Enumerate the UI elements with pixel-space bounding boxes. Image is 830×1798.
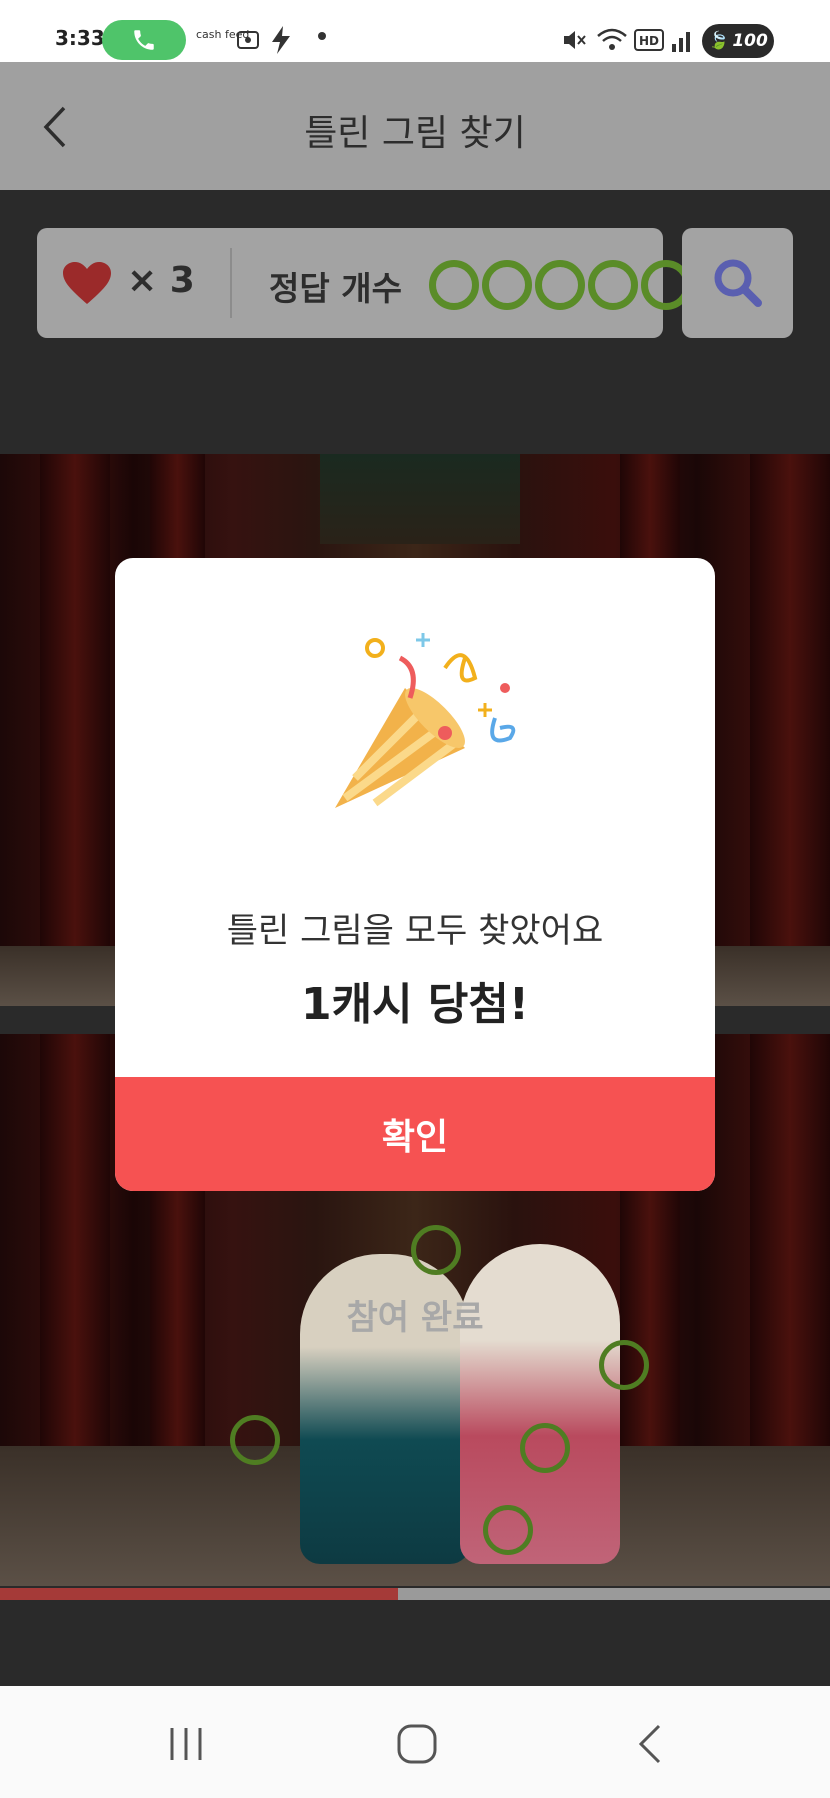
battery-level: 100 — [732, 31, 768, 51]
modal-prize: 1캐시 당첨! — [301, 979, 529, 1030]
hd-voice-icon: HD — [634, 29, 664, 51]
system-nav-bar — [0, 1686, 830, 1798]
found-difference-marker — [520, 1423, 570, 1473]
answer-circles — [429, 260, 691, 310]
answer-found-circle — [482, 260, 532, 310]
heart-icon — [63, 262, 111, 304]
time-progress-fill — [0, 1588, 399, 1600]
participation-complete-label: 참여 완료 — [346, 1298, 484, 1338]
status-bar: 3:33 cash feed HD 🍃 100 — [0, 0, 830, 62]
system-back-icon — [638, 1724, 661, 1764]
magnifier-icon — [714, 259, 762, 307]
home-icon — [397, 1724, 437, 1764]
success-modal: 틀린 그림을 모두 찾았어요 1캐시 당첨! 확인 — [115, 558, 715, 1191]
screenshot-icon — [237, 31, 259, 49]
ongoing-call-icon[interactable] — [102, 20, 186, 60]
app-header: 틀린 그림 찾기 — [0, 62, 830, 190]
signal-icon — [672, 32, 690, 52]
svg-text:HD: HD — [639, 34, 659, 48]
hint-button[interactable] — [682, 228, 793, 338]
recent-apps-button[interactable] — [156, 1716, 216, 1772]
battery-indicator: 🍃 100 — [702, 24, 774, 58]
answer-found-circle — [588, 260, 638, 310]
found-difference-marker — [411, 1225, 461, 1275]
info-bar: × 3 정답 개수 — [37, 228, 691, 338]
confirm-button[interactable]: 확인 — [115, 1077, 715, 1191]
mute-icon — [564, 31, 586, 49]
answer-count-label: 정답 개수 — [269, 269, 402, 308]
divider — [230, 248, 232, 318]
notification-dot-icon — [318, 32, 326, 40]
found-difference-marker — [599, 1340, 649, 1390]
wifi-icon — [597, 28, 627, 50]
answer-found-circle — [535, 260, 585, 310]
time-progress-bar — [0, 1588, 830, 1600]
found-difference-marker — [483, 1505, 533, 1555]
flash-icon — [272, 26, 290, 54]
party-popper-icon — [335, 633, 516, 808]
found-difference-marker — [230, 1415, 280, 1465]
leaf-icon: 🍃 — [708, 31, 730, 51]
home-button[interactable] — [387, 1716, 447, 1772]
answer-found-circle — [429, 260, 479, 310]
system-back-button[interactable] — [620, 1716, 680, 1772]
recent-apps-icon — [170, 1728, 202, 1760]
status-time: 3:33 — [55, 26, 105, 50]
page-title: 틀린 그림 찾기 — [304, 113, 526, 154]
lives-count: × 3 — [127, 260, 195, 301]
modal-message: 틀린 그림을 모두 찾았어요 — [226, 911, 604, 951]
